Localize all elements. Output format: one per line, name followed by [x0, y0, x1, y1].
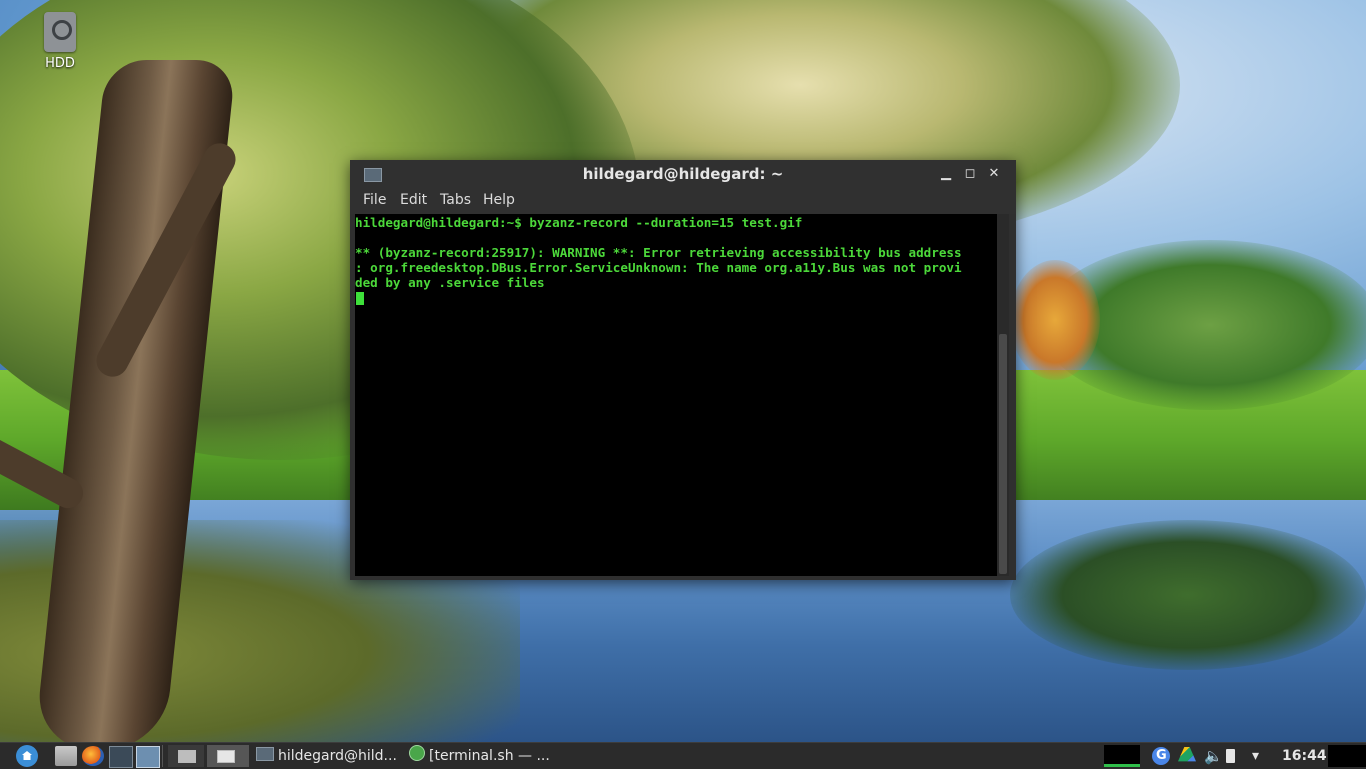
- menu-tabs[interactable]: Tabs: [440, 192, 471, 208]
- cpu-monitor-graph[interactable]: [1104, 745, 1140, 767]
- menu-bar: File Edit Tabs Help: [350, 188, 1016, 214]
- terminal-scrollbar[interactable]: [997, 214, 1009, 576]
- menu-file[interactable]: File: [363, 192, 386, 208]
- terminal-line: hildegard@hildegard:~$ byzanz-record --d…: [355, 215, 803, 230]
- desktop-icon-hdd[interactable]: HDD: [36, 12, 84, 71]
- task-label: hildegard@hild...: [278, 748, 397, 764]
- menu-edit[interactable]: Edit: [400, 192, 427, 208]
- network-monitor-graph[interactable]: [1328, 745, 1366, 767]
- desktop-icon-label: HDD: [45, 56, 75, 71]
- wallpaper-reflection: [1010, 520, 1366, 670]
- window-titlebar[interactable]: hildegard@hildegard: ~ ▁ ◻ ✕: [350, 160, 1016, 188]
- terminal-cursor: [356, 292, 364, 305]
- terminal-window-icon: [256, 747, 274, 761]
- file-manager-icon[interactable]: [55, 746, 77, 766]
- drive-icon: [44, 12, 76, 52]
- menu-help[interactable]: Help: [483, 192, 515, 208]
- clock[interactable]: 16:44: [1282, 745, 1327, 767]
- google-drive-icon[interactable]: [1178, 747, 1196, 762]
- system-tray: 🔈 ▾ 16:44: [1104, 745, 1366, 767]
- volume-icon[interactable]: 🔈: [1204, 747, 1223, 765]
- wallpaper-autumn-tree: [1010, 260, 1100, 380]
- close-icon[interactable]: ✕: [986, 166, 1002, 182]
- terminal-line: ** (byzanz-record:25917): WARNING **: Er…: [355, 245, 962, 260]
- terminal-output[interactable]: hildegard@hildegard:~$ byzanz-record --d…: [355, 214, 997, 576]
- taskbar: hildegard@hild... [terminal.sh — ... 🔈 ▾…: [0, 742, 1366, 769]
- firefox-icon[interactable]: [82, 746, 104, 766]
- google-icon[interactable]: [1152, 747, 1170, 765]
- terminal-line: : org.freedesktop.DBus.Error.ServiceUnkn…: [355, 260, 962, 275]
- taskbar-separator: [162, 745, 163, 767]
- task-terminal-sh[interactable]: [terminal.sh — ...: [409, 745, 550, 767]
- start-menu-icon[interactable]: [16, 745, 38, 767]
- show-desktop-icon[interactable]: [136, 746, 160, 768]
- battery-icon[interactable]: [1226, 749, 1235, 763]
- script-icon: [409, 745, 425, 761]
- terminal-window[interactable]: hildegard@hildegard: ~ ▁ ◻ ✕ File Edit T…: [350, 160, 1016, 580]
- task-terminal-window[interactable]: hildegard@hild...: [256, 745, 397, 767]
- window-title: hildegard@hildegard: ~: [582, 165, 784, 183]
- workspace-icon: [217, 750, 235, 763]
- workspace-1-button[interactable]: [168, 745, 204, 767]
- workspace-icon: [178, 750, 196, 763]
- wifi-icon[interactable]: ▾: [1252, 747, 1270, 765]
- scrollbar-thumb[interactable]: [999, 334, 1007, 574]
- terminal-icon[interactable]: [109, 746, 133, 768]
- workspace-2-button[interactable]: [207, 745, 249, 767]
- maximize-icon[interactable]: ◻: [962, 166, 978, 182]
- task-label: [terminal.sh — ...: [429, 748, 550, 764]
- terminal-line: ded by any .service files: [355, 275, 545, 290]
- minimize-icon[interactable]: ▁: [938, 166, 954, 182]
